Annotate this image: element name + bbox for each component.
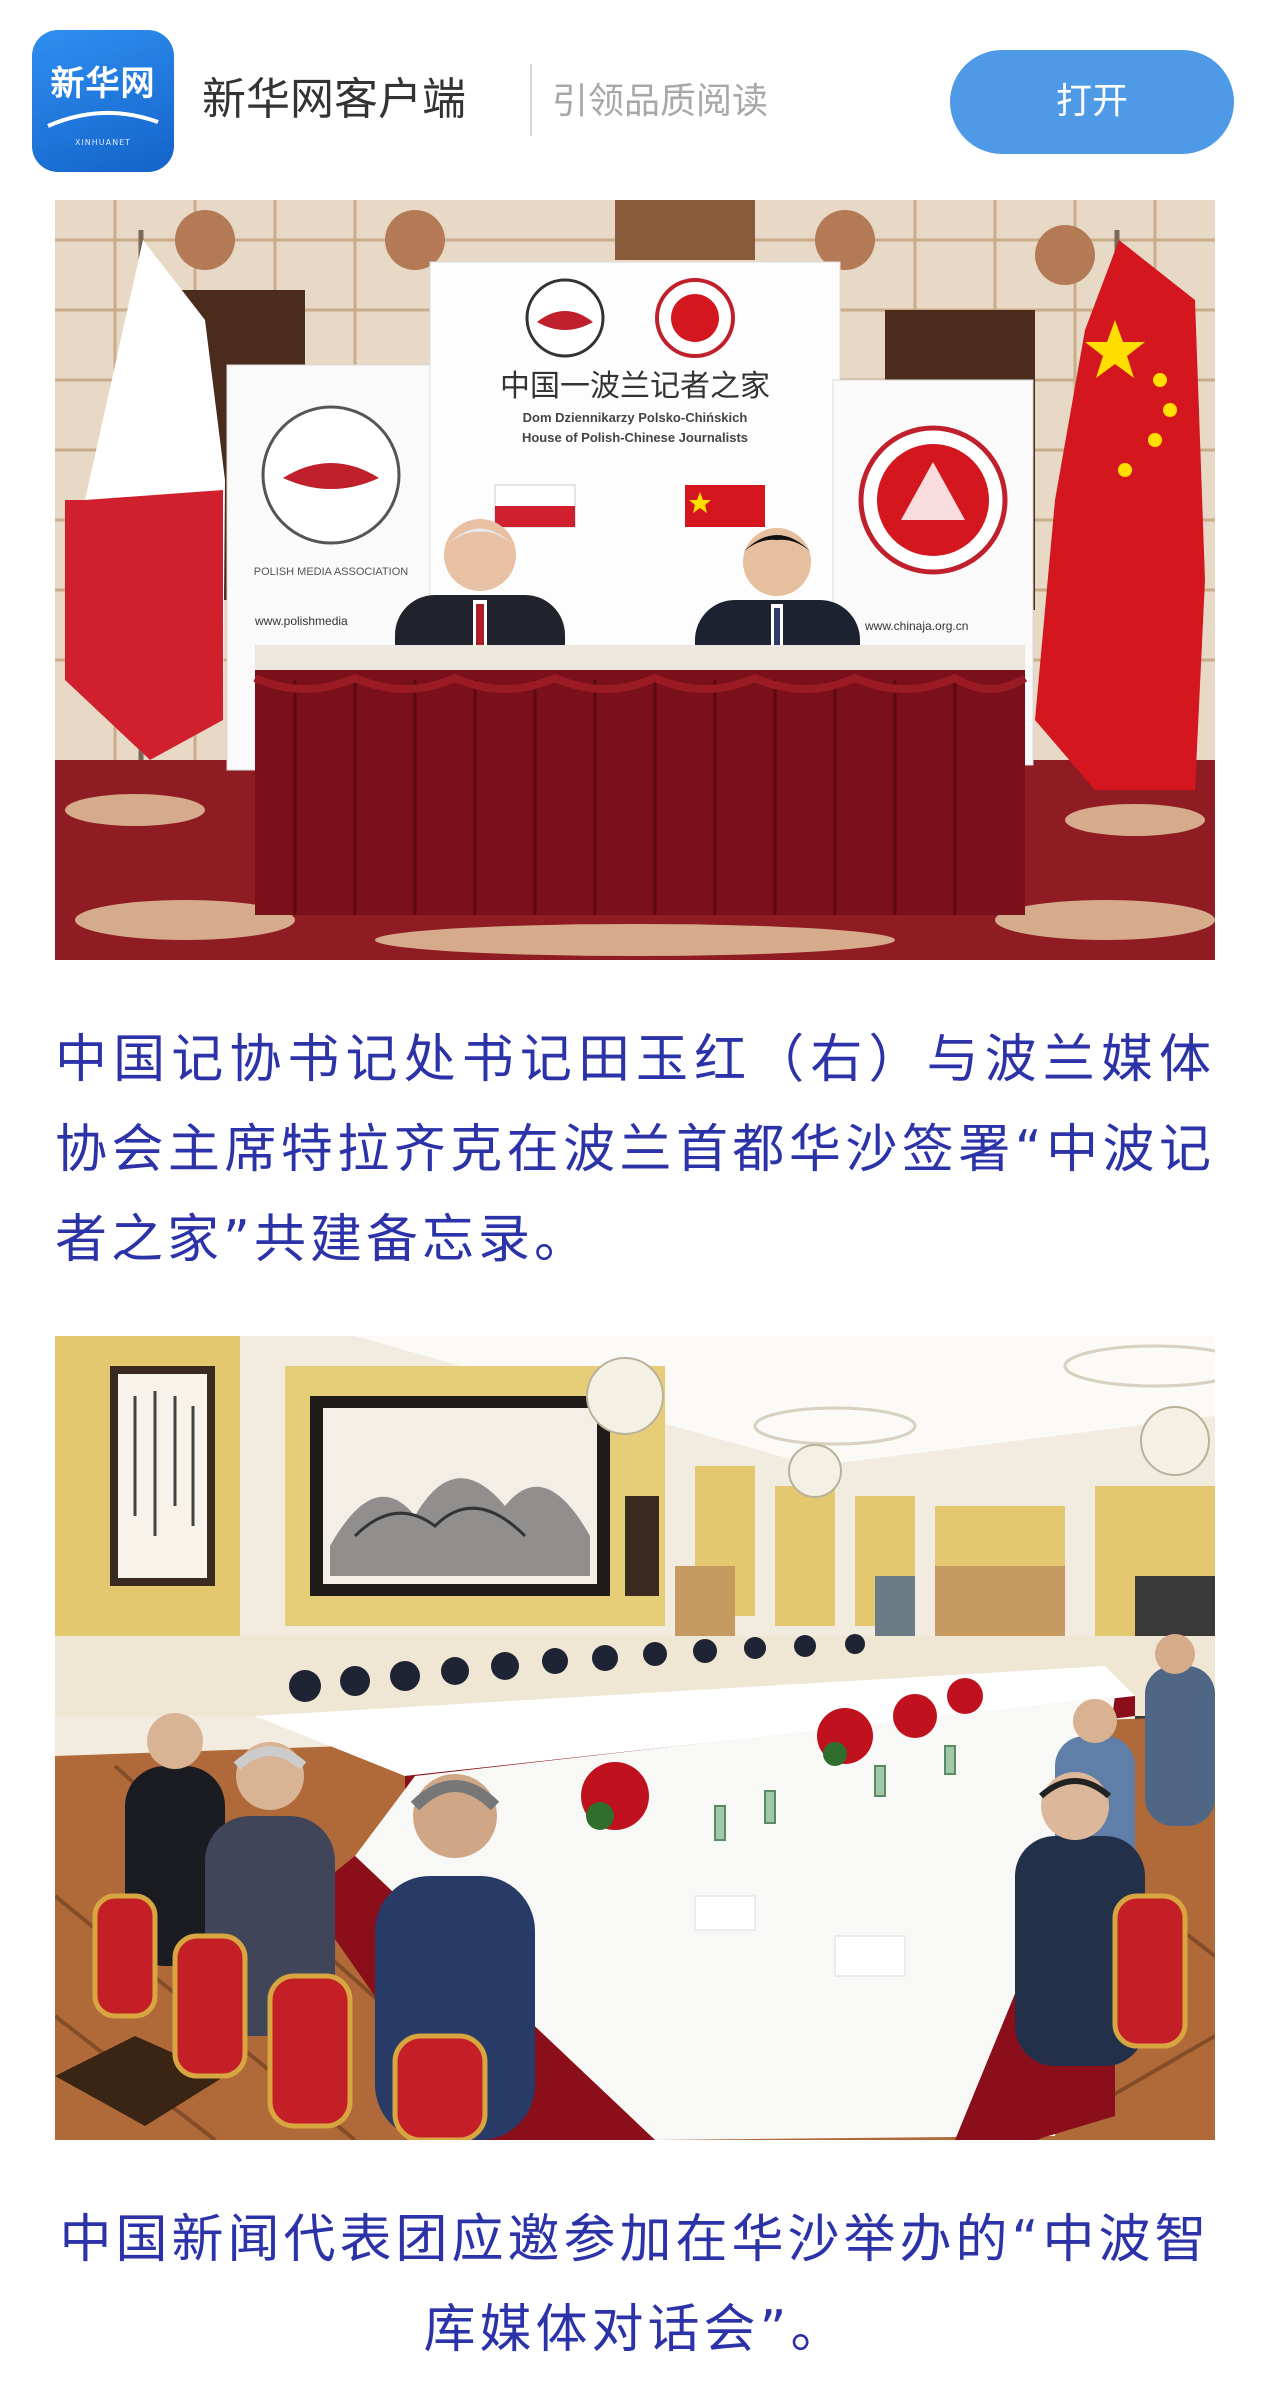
logo-text: 新华网 <box>50 64 156 104</box>
dialogue-meeting-photo[interactable] <box>55 1336 1215 2140</box>
backdrop-title-en: House of Polish-Chinese Journalists <box>522 430 748 445</box>
app-download-banner: 新华网 XINHUANET 新华网客户端 引领品质阅读 打开 <box>0 0 1266 200</box>
photo-2-caption: 中国新闻代表团应邀参加在华沙举办的“中波智库媒体对话会”。 <box>59 2210 1211 2360</box>
open-app-button[interactable]: 打开 <box>950 50 1234 154</box>
signing-ceremony-illustration: POLISH MEDIA ASSOCIATION www.polishmedia… <box>55 200 1215 960</box>
signing-ceremony-photo[interactable]: POLISH MEDIA ASSOCIATION www.polishmedia… <box>55 200 1215 960</box>
photo-1-caption: 中国记协书记处书记田玉红（右）与波兰媒体协会主席特拉齐克在波兰首都华沙签署“中波… <box>55 1030 1215 1270</box>
left-banner-caption: POLISH MEDIA ASSOCIATION <box>254 566 409 578</box>
backdrop-title-cn: 中国一波兰记者之家 <box>500 369 770 404</box>
logo-swoosh-icon <box>47 110 159 128</box>
dialogue-meeting-illustration <box>55 1336 1215 2140</box>
left-banner-url: www.polishmedia <box>254 614 348 628</box>
app-slogan: 引领品质阅读 <box>552 81 769 122</box>
page: 新华网 XINHUANET 新华网客户端 引领品质阅读 打开 POLISH ME… <box>0 0 1266 2387</box>
backdrop-title-pl: Dom Dziennikarzy Polsko-Chińskich <box>523 410 748 425</box>
app-name: 新华网客户端 <box>202 74 466 125</box>
banner-divider <box>530 64 532 136</box>
logo-subtext: XINHUANET <box>74 138 132 147</box>
app-logo-icon[interactable]: 新华网 XINHUANET <box>32 30 174 172</box>
right-banner-url: www.chinaja.org.cn <box>864 619 968 633</box>
